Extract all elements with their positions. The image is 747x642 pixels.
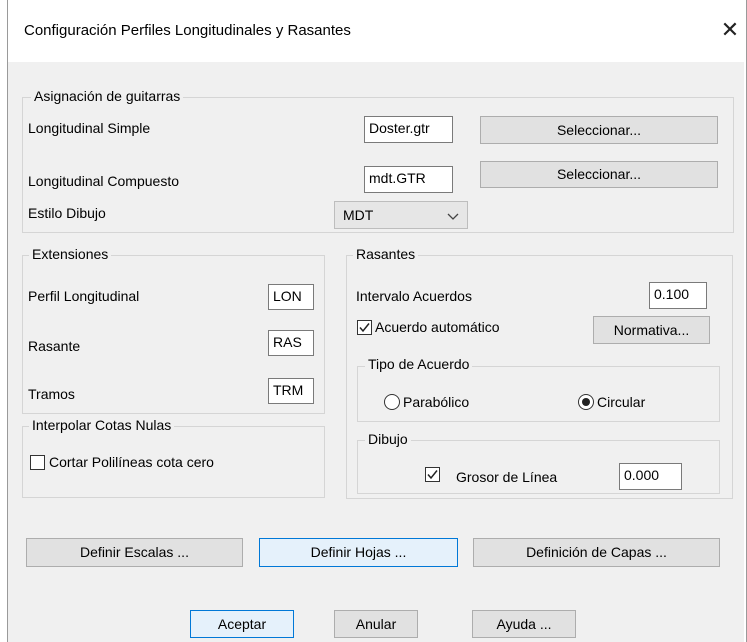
chevron-down-icon	[447, 213, 459, 220]
perfil-longitudinal-input[interactable]: LON	[268, 284, 314, 310]
anular-button[interactable]: Anular	[334, 610, 418, 638]
estilo-dibujo-select[interactable]: MDT	[334, 201, 468, 229]
intervalo-acuerdos-input[interactable]: 0.100	[649, 282, 707, 309]
parabolico-radio[interactable]	[384, 394, 400, 410]
rasante-label: Rasante	[28, 338, 81, 354]
group-dibujo-title: Dibujo	[365, 431, 411, 447]
dialog-client-area: Asignación de guitarras Longitudinal Sim…	[8, 62, 744, 642]
rasante-input[interactable]: RAS	[268, 330, 314, 356]
long-compuesto-input[interactable]: mdt.GTR	[364, 166, 453, 193]
radio-selected-dot	[582, 398, 590, 406]
seleccionar-simple-button[interactable]: Seleccionar...	[480, 116, 718, 144]
window-title: Configuración Perfiles Longitudinales y …	[24, 22, 351, 39]
estilo-dibujo-label: Estilo Dibujo	[28, 205, 106, 221]
cortar-polilineas-label: Cortar Polilíneas cota cero	[49, 454, 214, 470]
definir-escalas-button[interactable]: Definir Escalas ...	[26, 538, 243, 567]
acuerdo-automatico-checkbox[interactable]	[357, 320, 372, 335]
check-icon	[427, 470, 438, 480]
close-icon[interactable]: ✕	[718, 18, 742, 42]
check-icon	[359, 323, 370, 333]
cortar-polilineas-checkbox[interactable]	[30, 455, 45, 470]
parabolico-label: Parabólico	[403, 394, 470, 410]
perfil-longitudinal-label: Perfil Longitudinal	[28, 288, 140, 304]
grosor-linea-checkbox[interactable]	[425, 467, 440, 482]
aceptar-button[interactable]: Aceptar	[190, 610, 294, 638]
estilo-dibujo-value: MDT	[343, 207, 374, 223]
long-simple-label: Longitudinal Simple	[28, 120, 151, 136]
grosor-linea-label: Grosor de Línea	[456, 469, 558, 485]
definir-hojas-button[interactable]: Definir Hojas ...	[259, 538, 458, 567]
ayuda-button[interactable]: Ayuda ...	[472, 610, 576, 638]
circular-label: Circular	[597, 394, 646, 410]
tramos-input[interactable]: TRM	[268, 378, 314, 404]
group-extensiones-title: Extensiones	[29, 246, 112, 262]
group-asignacion-title: Asignación de guitarras	[31, 88, 184, 104]
circular-radio[interactable]	[578, 394, 594, 410]
long-simple-input[interactable]: Doster.gtr	[364, 116, 453, 143]
definicion-capas-button[interactable]: Definición de Capas ...	[473, 538, 720, 567]
group-tipo-acuerdo-title: Tipo de Acuerdo	[365, 356, 473, 372]
long-compuesto-label: Longitudinal Compuesto	[28, 173, 179, 189]
title-bar: Configuración Perfiles Longitudinales y …	[8, 0, 744, 62]
intervalo-acuerdos-label: Intervalo Acuerdos	[356, 288, 472, 304]
grosor-linea-input[interactable]: 0.000	[619, 463, 682, 490]
group-interpolar-title: Interpolar Cotas Nulas	[29, 417, 175, 433]
tramos-label: Tramos	[28, 386, 75, 402]
acuerdo-automatico-label: Acuerdo automático	[375, 319, 500, 335]
group-rasantes-title: Rasantes	[353, 246, 419, 262]
seleccionar-compuesto-button[interactable]: Seleccionar...	[480, 161, 718, 188]
normativa-button[interactable]: Normativa...	[593, 316, 710, 344]
